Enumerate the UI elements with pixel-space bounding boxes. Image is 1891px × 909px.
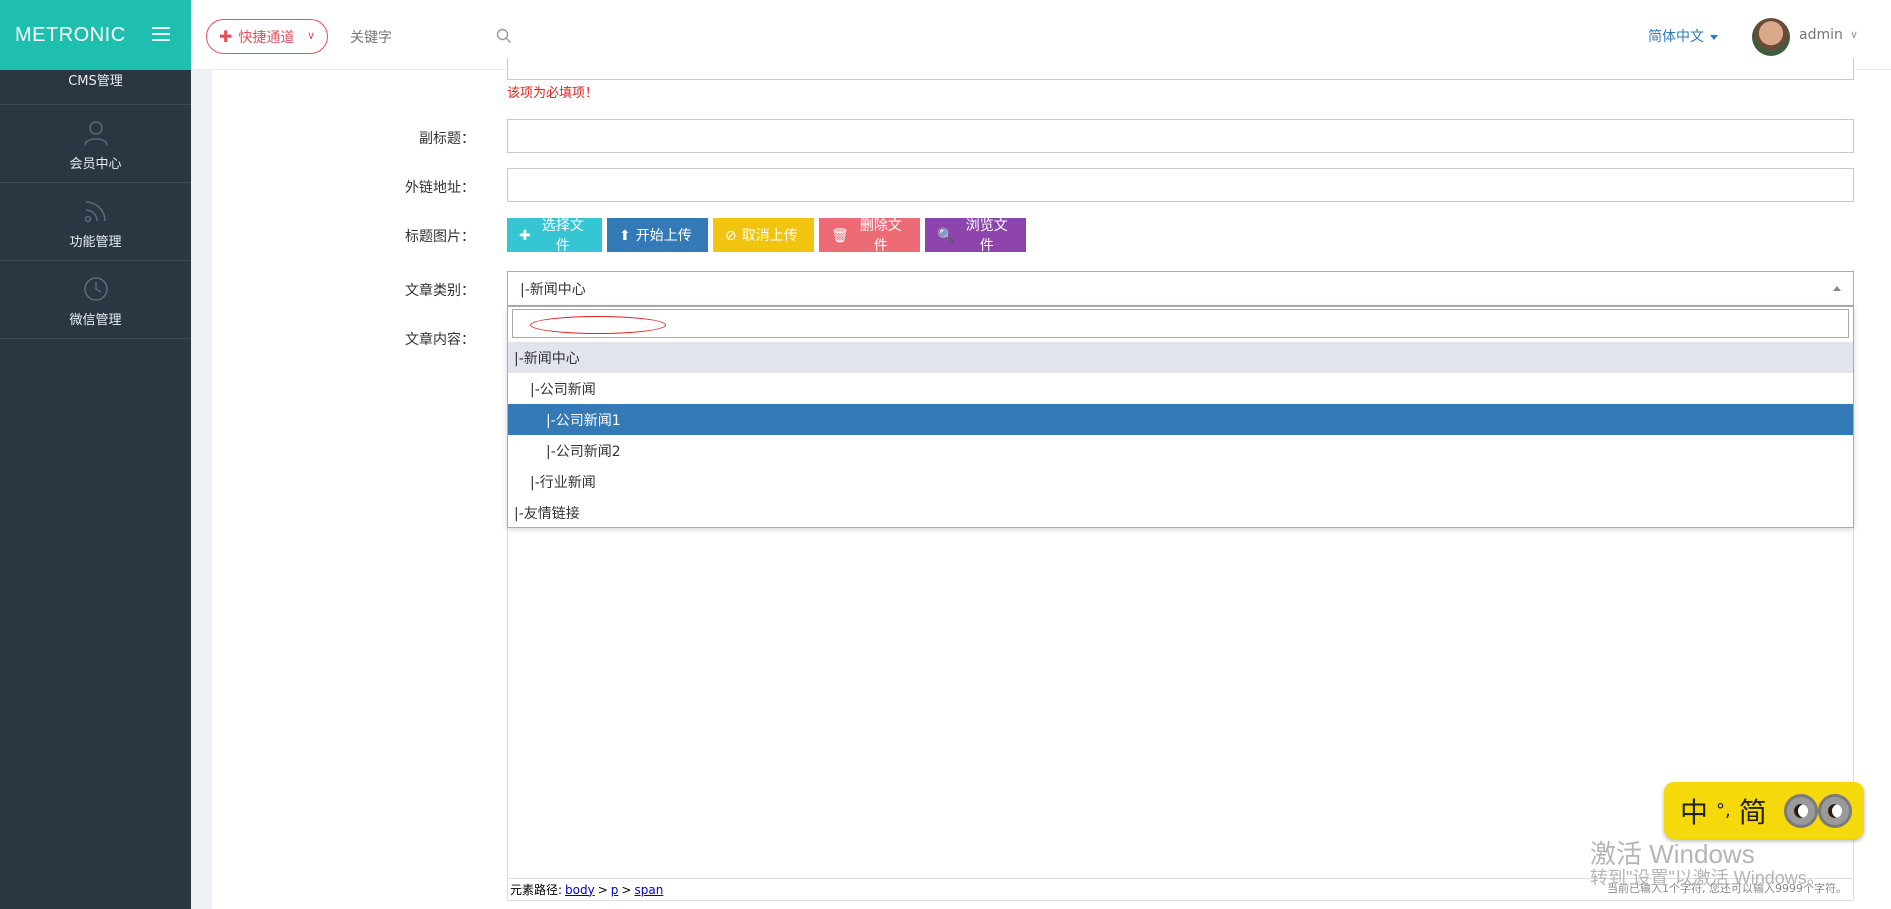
chevron-down-icon[interactable]: ∨ — [1850, 28, 1858, 41]
sidebar: CMS管理 会员中心 功能管理 微信管理 — [0, 70, 191, 909]
select-file-label: 选择文件 — [541, 217, 584, 253]
sidebar-item-label: 微信管理 — [69, 313, 122, 328]
rss-icon — [84, 201, 106, 223]
dropdown-option[interactable]: |-友情链接 — [508, 497, 1853, 528]
chevron-down-icon: ∨ — [306, 29, 315, 42]
trash-icon: 🗑 — [831, 226, 849, 243]
category-label: 文章类别： — [405, 283, 475, 299]
upload-toolbar: ✚ 选择文件 ⬆ 开始上传 ⊘ 取消上传 🗑 删除文件 🔍 浏览文件 — [507, 217, 1026, 253]
link-label: 外链地址： — [405, 180, 475, 196]
dropdown-option[interactable]: |-行业新闻 — [508, 466, 1853, 497]
goggles-icon — [1784, 794, 1852, 828]
browse-file-label: 浏览文件 — [965, 217, 1008, 253]
ime-zh-label[interactable]: 中 — [1680, 791, 1708, 831]
upload-icon: ⬆ — [619, 226, 631, 243]
dropdown-option-label: |-行业新闻 — [530, 474, 596, 491]
cancel-upload-label: 取消上传 — [741, 227, 798, 243]
link-input[interactable] — [507, 168, 1854, 202]
subtitle-label: 副标题： — [419, 131, 475, 147]
caret-down-icon — [1710, 34, 1718, 40]
plus-icon: ✚ — [519, 226, 531, 243]
search-input[interactable] — [338, 22, 508, 52]
menu-toggle-icon[interactable] — [152, 27, 170, 41]
dropdown-option-label: |-友情链接 — [514, 505, 580, 522]
path-separator: > — [597, 882, 608, 897]
category-dropdown: |-新闻中心 |-公司新闻 |-公司新闻1 |-公司新闻2 |-行业新闻 |-友情链接 — [507, 306, 1854, 528]
image-label: 标题图片： — [405, 229, 475, 245]
ime-punct-label[interactable]: °, — [1716, 800, 1731, 821]
user-icon — [83, 121, 108, 146]
category-selected-value: |-新闻中心 — [520, 281, 586, 298]
quick-access-label: 快捷通道 — [238, 29, 295, 46]
delete-file-button[interactable]: 🗑 删除文件 — [819, 217, 920, 253]
sidebar-item-members[interactable]: 会员中心 — [0, 105, 191, 183]
path-p-link[interactable]: p — [611, 883, 619, 897]
title-field[interactable] — [507, 58, 1854, 80]
delete-file-label: 删除文件 — [859, 217, 902, 253]
ime-toolbar[interactable]: 中 °, 简 — [1664, 782, 1864, 839]
element-path-label: 元素路径: — [510, 883, 563, 897]
dropdown-search-input[interactable] — [512, 309, 1849, 338]
sidebar-item-cms[interactable]: CMS管理 — [0, 70, 191, 105]
path-span-link[interactable]: span — [634, 883, 663, 897]
category-select[interactable]: |-新闻中心 — [507, 271, 1854, 306]
ime-mode-label[interactable]: 简 — [1739, 791, 1767, 831]
search-icon: 🔍 — [937, 226, 955, 243]
start-upload-button[interactable]: ⬆ 开始上传 — [607, 218, 708, 252]
logo-text: METRONIC — [15, 23, 126, 46]
logo[interactable]: METRONIC — [0, 0, 191, 70]
search-icon[interactable] — [496, 28, 512, 44]
avatar[interactable] — [1752, 18, 1790, 56]
sidebar-item-label: CMS管理 — [68, 74, 123, 89]
path-separator: > — [621, 882, 632, 897]
path-body-link[interactable]: body — [565, 883, 595, 897]
dropdown-option[interactable]: |-新闻中心 — [508, 342, 1853, 373]
sidebar-item-label: 会员中心 — [69, 157, 122, 172]
dropdown-option-label: |-公司新闻2 — [546, 443, 621, 460]
dropdown-options: |-新闻中心 |-公司新闻 |-公司新闻1 |-公司新闻2 |-行业新闻 |-友情链接 — [508, 342, 1853, 528]
clock-icon — [83, 277, 108, 301]
dropdown-option-label: |-公司新闻1 — [546, 412, 621, 429]
browse-file-button[interactable]: 🔍 浏览文件 — [925, 217, 1026, 253]
select-file-button[interactable]: ✚ 选择文件 — [507, 217, 602, 253]
subtitle-input[interactable] — [507, 119, 1854, 153]
quick-access-button[interactable]: ✚ 快捷通道 ∨ — [206, 19, 328, 54]
plus-icon: ✚ — [219, 27, 233, 46]
dropdown-option[interactable]: |-公司新闻 — [508, 373, 1853, 404]
user-name[interactable]: admin — [1799, 27, 1843, 43]
title-error: 该项为必填项！ — [507, 86, 599, 101]
dropdown-option-label: |-公司新闻 — [530, 381, 596, 398]
sidebar-item-wechat[interactable]: 微信管理 — [0, 261, 191, 339]
ban-icon: ⊘ — [725, 226, 737, 243]
language-label: 简体中文 — [1648, 29, 1704, 45]
content-label: 文章内容： — [405, 332, 475, 348]
dropdown-option[interactable]: |-公司新闻1 — [508, 404, 1853, 435]
activate-windows-hint: 转到"设置"以激活 Windows。 — [1590, 868, 1825, 888]
sidebar-item-label: 功能管理 — [69, 235, 122, 250]
start-upload-label: 开始上传 — [635, 227, 692, 243]
sidebar-item-functions[interactable]: 功能管理 — [0, 183, 191, 261]
dropdown-option-label: |-新闻中心 — [514, 350, 580, 367]
dropdown-option[interactable]: |-公司新闻2 — [508, 435, 1853, 466]
language-dropdown[interactable]: 简体中文 — [1648, 26, 1718, 46]
caret-up-icon — [1833, 286, 1841, 291]
cancel-upload-button[interactable]: ⊘ 取消上传 — [713, 218, 814, 252]
